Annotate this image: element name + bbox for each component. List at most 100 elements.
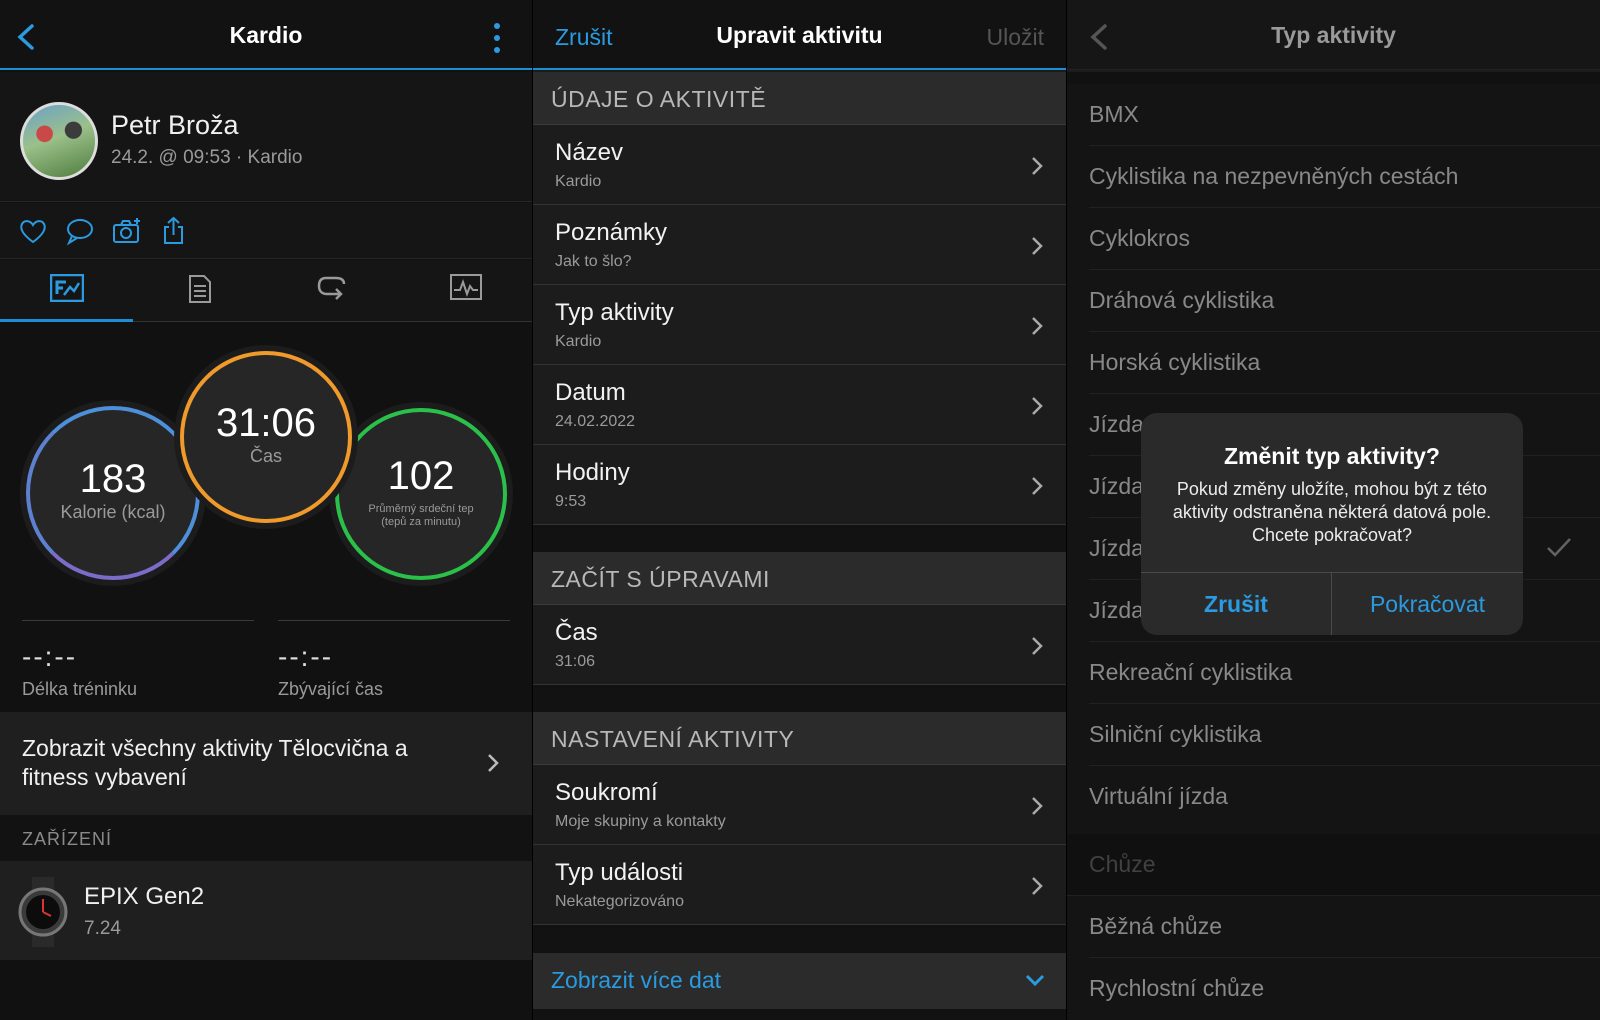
device-version: 7.24 [84,918,121,939]
row-title: Poznámky [555,219,668,246]
training-length-label: Délka tréninku [22,679,138,699]
add-photo-icon[interactable] [112,216,142,246]
row-title: Soukromí [555,779,658,806]
row-notes[interactable]: Poznámky Jak to šlo? [533,205,1066,285]
time-label: Čas [249,446,282,466]
nav-bar: Zrušit Upravit aktivitu Uložit [533,0,1066,70]
chevron-right-icon [1032,397,1043,415]
change-activity-type-dialog: Změnit typ aktivity? Pokud změny uložíte… [1141,413,1523,635]
row-value: 24.02.2022 [555,413,636,430]
action-bar [0,203,532,259]
row-title: Datum [555,379,626,406]
device-name: EPIX Gen2 [84,883,205,910]
save-button[interactable]: Uložit [986,24,1044,51]
calories-ring: 183 Kalorie (kcal) [26,406,200,580]
chevron-right-icon [488,754,499,772]
page-title: Kardio [229,22,303,48]
row-value: 31:06 [555,653,596,670]
tab-overview[interactable] [0,260,133,322]
row-hours[interactable]: Hodiny 9:53 [533,445,1066,525]
row-value: Nekategorizováno [555,893,684,910]
time-value: 31:06 [215,401,317,445]
tab-stats[interactable] [133,260,266,322]
row-name[interactable]: Název Kardio [533,125,1066,205]
remaining-time-value: --:-- [278,641,334,672]
document-icon [188,275,211,303]
dialog-continue-button[interactable]: Pokračovat [1332,573,1523,635]
row-value: Moje skupiny a kontakty [555,813,726,830]
chevron-down-icon [1025,974,1045,987]
row-title: Typ události [555,859,684,886]
section-label: NASTAVENÍ AKTIVITY [551,726,795,752]
row-title: Hodiny [555,459,630,486]
row-value: Kardio [555,173,602,190]
user-name[interactable]: Petr Broža [111,110,239,141]
chevron-right-icon [1032,797,1043,815]
stats-panel: 183 Kalorie (kcal) 31:06 Čas 102 Průměrn… [0,323,532,711]
calories-label: Kalorie (kcal) [60,502,166,522]
laps-icon [317,276,345,300]
row-value: Kardio [555,333,602,350]
training-length-value: --:-- [22,641,78,672]
row-title: Čas [555,619,598,646]
overview-icon [49,274,84,302]
heart-rate-label: Průměrný srdeční tep (tepů za minutu) [368,503,474,528]
section-header-activity-data: ÚDAJE O AKTIVITĚ [533,72,1066,125]
devices-header-label: ZAŘÍZENÍ [22,829,113,849]
view-all-activities-label: Zobrazit všechny aktivity Tělocvična a f… [22,735,408,790]
row-event-type[interactable]: Typ události Nekategorizováno [533,845,1066,925]
row-time[interactable]: Čas 31:06 [533,605,1066,685]
tab-bar [0,260,532,322]
heart-rate-ring: 102 Průměrný srdeční tep (tepů za minutu… [335,408,507,580]
section-label: ZAČÍT S ÚPRAVAMI [551,566,770,592]
chevron-right-icon [1032,477,1043,495]
row-activity-type[interactable]: Typ aktivity Kardio [533,285,1066,365]
page-title: Typ aktivity [1271,22,1396,48]
row-privacy[interactable]: Soukromí Moje skupiny a kontakty [533,765,1066,845]
time-ring: 31:06 Čas [180,351,352,523]
profile-header: Petr Broža 24.2. @ 09:53 · Kardio [0,72,532,202]
row-title: Typ aktivity [555,299,674,326]
edit-activity-screen: Zrušit Upravit aktivitu Uložit ÚDAJE O A… [533,0,1066,1020]
chevron-right-icon [1032,157,1043,175]
view-all-activities-link[interactable]: Zobrazit všechny aktivity Tělocvična a f… [0,712,532,815]
calories-value: 183 [79,457,147,501]
row-title: Název [555,139,624,166]
chevron-right-icon [1032,317,1043,335]
avatar[interactable] [20,102,98,180]
more-vertical-icon[interactable] [492,22,502,54]
device-row[interactable]: EPIX Gen2 7.24 [0,861,532,960]
row-date[interactable]: Datum 24.02.2022 [533,365,1066,445]
divider [278,620,510,621]
row-value: Jak to šlo? [555,253,632,270]
comment-icon[interactable] [65,216,95,246]
chevron-right-icon [1032,877,1043,895]
section-header-edits: ZAČÍT S ÚPRAVAMI [533,552,1066,605]
activity-subtitle: 24.2. @ 09:53 · Kardio [111,147,303,168]
chevron-right-icon [1032,637,1043,655]
nav-bar: Kardio [0,0,532,70]
activity-type-screen: Typ aktivity BMX Cyklistika na nezpevněn… [1067,0,1600,1020]
tab-charts[interactable] [399,260,532,322]
activity-detail-screen: Kardio Petr Broža 24.2. @ 09:53 · Kardio… [0,0,532,1020]
dialog-buttons: Zrušit Pokračovat [1141,572,1523,635]
chevron-right-icon [1032,237,1043,255]
dialog-cancel-button[interactable]: Zrušit [1141,573,1332,635]
share-icon[interactable] [160,216,190,246]
show-more-data-button[interactable]: Zobrazit více dat [533,953,1066,1009]
dialog-message: Pokud změny uložíte, mohou být z této ak… [1172,479,1492,545]
section-header-activity-settings: NASTAVENÍ AKTIVITY [533,712,1066,765]
chart-icon [449,274,482,300]
dialog-title: Změnit typ aktivity? [1224,443,1440,469]
watch-icon [18,877,68,947]
show-more-data-label: Zobrazit více dat [551,967,722,993]
tab-laps[interactable] [266,260,399,322]
row-value: 9:53 [555,493,587,510]
divider [22,620,254,621]
heart-rate-value: 102 [387,454,455,498]
section-label: ÚDAJE O AKTIVITĚ [551,86,767,112]
heart-icon[interactable] [18,216,48,246]
remaining-time-label: Zbývající čas [278,679,384,699]
nav-bar: Typ aktivity [1067,0,1600,70]
devices-section-header: ZAŘÍZENÍ [0,815,532,861]
